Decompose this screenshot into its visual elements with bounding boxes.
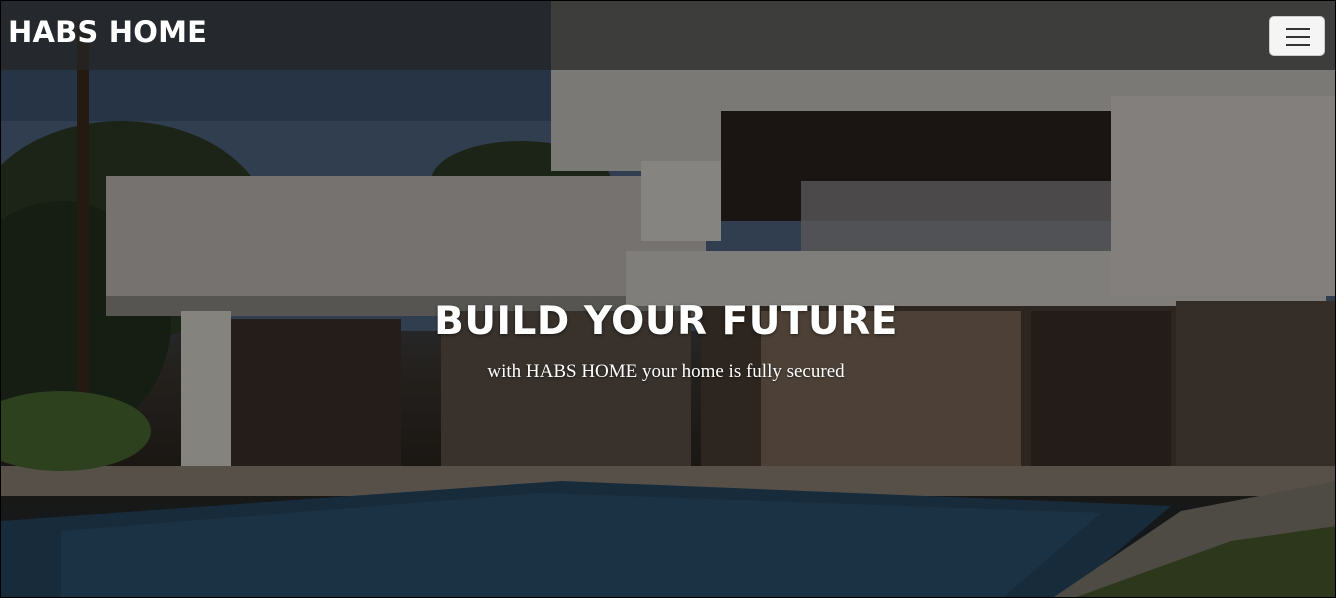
hero-heading: BUILD YOUR FUTURE [434,299,898,344]
hero-subheading: with HABS HOME your home is fully secure… [487,361,845,382]
hero-section: HABS HOME BUILD YOUR FUTURE with HABS HO… [0,0,1336,598]
navbar: HABS HOME [1,1,1335,70]
hamburger-menu-icon [1286,28,1310,46]
brand-logo-link[interactable]: HABS HOME [8,15,207,49]
navbar-toggle-button[interactable] [1269,16,1325,56]
